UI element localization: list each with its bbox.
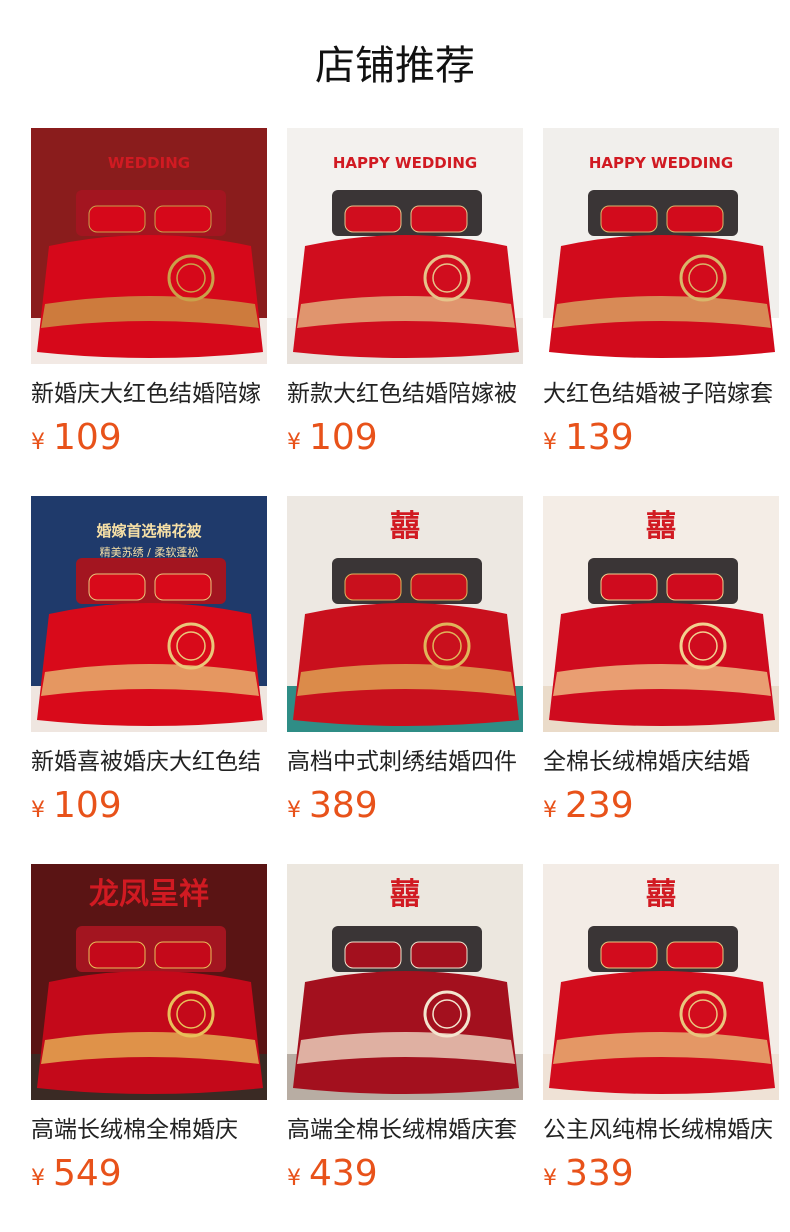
product-card[interactable]: 婚嫁首选棉花被精美苏绣 / 柔软蓬松 新婚喜被婚庆大红色结 ¥109 bbox=[31, 496, 267, 864]
product-image[interactable]: 囍 bbox=[543, 496, 779, 732]
product-image[interactable]: 囍 bbox=[543, 864, 779, 1100]
product-image[interactable]: 囍 bbox=[287, 496, 523, 732]
image-caption: 囍 bbox=[390, 509, 420, 544]
store-recommendations-page: 店铺推荐 WEDDING 新婚庆大红色结婚陪嫁 ¥109 HAPPY WEDDI… bbox=[0, 0, 790, 1232]
currency-symbol: ¥ bbox=[287, 1166, 301, 1191]
product-price: ¥239 bbox=[543, 784, 779, 828]
product-name[interactable]: 新婚喜被婚庆大红色结 bbox=[31, 746, 267, 778]
product-price: ¥139 bbox=[543, 416, 779, 460]
currency-symbol: ¥ bbox=[31, 798, 45, 823]
product-photo: 囍 bbox=[543, 864, 779, 1100]
image-subcaption: 精美苏绣 / 柔软蓬松 bbox=[100, 545, 199, 559]
product-price: ¥109 bbox=[31, 416, 267, 460]
product-price: ¥389 bbox=[287, 784, 523, 828]
product-name[interactable]: 新款大红色结婚陪嫁被 bbox=[287, 378, 523, 410]
product-image[interactable]: 龙凤呈祥 bbox=[31, 864, 267, 1100]
product-photo: 龙凤呈祥 bbox=[31, 864, 267, 1100]
product-name[interactable]: 全棉长绒棉婚庆结婚 bbox=[543, 746, 779, 778]
product-price: ¥549 bbox=[31, 1152, 267, 1196]
product-card[interactable]: WEDDING 新婚庆大红色结婚陪嫁 ¥109 bbox=[31, 128, 267, 496]
product-name[interactable]: 高端长绒棉全棉婚庆 bbox=[31, 1114, 267, 1146]
image-caption: 囍 bbox=[646, 877, 676, 912]
image-caption: HAPPY WEDDING bbox=[589, 154, 733, 172]
product-image[interactable]: HAPPY WEDDING bbox=[543, 128, 779, 364]
price-amount: 109 bbox=[53, 417, 122, 458]
product-name[interactable]: 高档中式刺绣结婚四件 bbox=[287, 746, 523, 778]
product-image[interactable]: WEDDING bbox=[31, 128, 267, 364]
image-caption: HAPPY WEDDING bbox=[333, 154, 477, 172]
product-card[interactable]: 囍 全棉长绒棉婚庆结婚 ¥239 bbox=[543, 496, 779, 864]
currency-symbol: ¥ bbox=[287, 798, 301, 823]
product-name[interactable]: 高端全棉长绒棉婚庆套 bbox=[287, 1114, 523, 1146]
product-name[interactable]: 公主风纯棉长绒棉婚庆 bbox=[543, 1114, 779, 1146]
product-price: ¥439 bbox=[287, 1152, 523, 1196]
product-photo: HAPPY WEDDING bbox=[287, 128, 523, 364]
product-photo: 囍 bbox=[287, 864, 523, 1100]
image-caption: WEDDING bbox=[108, 154, 190, 172]
currency-symbol: ¥ bbox=[287, 430, 301, 455]
product-image[interactable]: 婚嫁首选棉花被精美苏绣 / 柔软蓬松 bbox=[31, 496, 267, 732]
product-name[interactable]: 大红色结婚被子陪嫁套 bbox=[543, 378, 779, 410]
price-amount: 439 bbox=[309, 1153, 378, 1194]
product-price: ¥109 bbox=[287, 416, 523, 460]
price-amount: 549 bbox=[53, 1153, 122, 1194]
product-photo: 囍 bbox=[287, 496, 523, 732]
price-amount: 239 bbox=[565, 785, 634, 826]
price-amount: 109 bbox=[53, 785, 122, 826]
product-image[interactable]: HAPPY WEDDING bbox=[287, 128, 523, 364]
currency-symbol: ¥ bbox=[543, 798, 557, 823]
image-caption: 囍 bbox=[646, 509, 676, 544]
price-amount: 139 bbox=[565, 417, 634, 458]
currency-symbol: ¥ bbox=[543, 430, 557, 455]
image-caption: 龙凤呈祥 bbox=[89, 877, 209, 912]
currency-symbol: ¥ bbox=[31, 1166, 45, 1191]
product-image[interactable]: 囍 bbox=[287, 864, 523, 1100]
product-card[interactable]: HAPPY WEDDING 大红色结婚被子陪嫁套 ¥139 bbox=[543, 128, 779, 496]
page-title: 店铺推荐 bbox=[315, 43, 475, 89]
price-amount: 109 bbox=[309, 417, 378, 458]
currency-symbol: ¥ bbox=[543, 1166, 557, 1191]
image-caption: 囍 bbox=[390, 877, 420, 912]
price-amount: 339 bbox=[565, 1153, 634, 1194]
product-card[interactable]: 囍 高档中式刺绣结婚四件 ¥389 bbox=[287, 496, 523, 864]
product-card[interactable]: HAPPY WEDDING 新款大红色结婚陪嫁被 ¥109 bbox=[287, 128, 523, 496]
product-photo: HAPPY WEDDING bbox=[543, 128, 779, 364]
product-grid: WEDDING 新婚庆大红色结婚陪嫁 ¥109 HAPPY WEDDING 新款… bbox=[31, 128, 779, 1232]
price-amount: 389 bbox=[309, 785, 378, 826]
currency-symbol: ¥ bbox=[31, 430, 45, 455]
product-photo: 婚嫁首选棉花被精美苏绣 / 柔软蓬松 bbox=[31, 496, 267, 732]
product-price: ¥109 bbox=[31, 784, 267, 828]
product-name[interactable]: 新婚庆大红色结婚陪嫁 bbox=[31, 378, 267, 410]
product-card[interactable]: 囍 公主风纯棉长绒棉婚庆 ¥339 bbox=[543, 864, 779, 1232]
product-card[interactable]: 囍 高端全棉长绒棉婚庆套 ¥439 bbox=[287, 864, 523, 1232]
product-photo: 囍 bbox=[543, 496, 779, 732]
product-photo: WEDDING bbox=[31, 128, 267, 364]
image-caption: 婚嫁首选棉花被 bbox=[96, 522, 202, 540]
product-card[interactable]: 龙凤呈祥 高端长绒棉全棉婚庆 ¥549 bbox=[31, 864, 267, 1232]
product-price: ¥339 bbox=[543, 1152, 779, 1196]
